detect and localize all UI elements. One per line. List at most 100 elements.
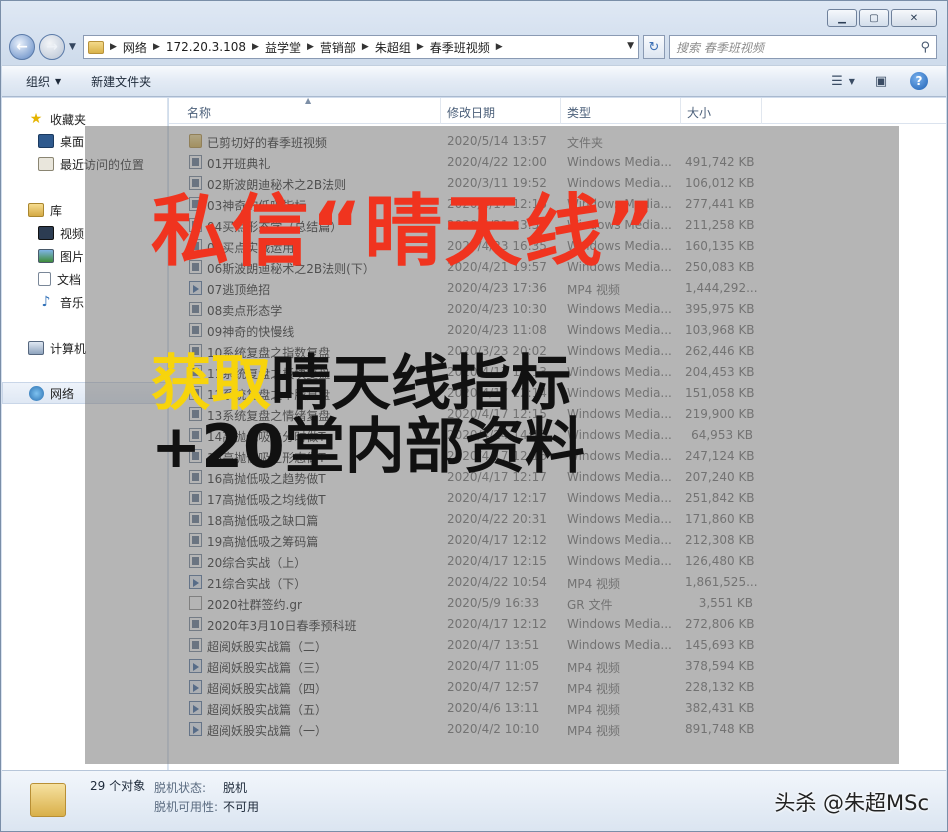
address-bar[interactable]: ▶ 网络 ▶ 172.20.3.108 ▶ 益学堂 ▶ 营销部 ▶ 朱超组 ▶ 春季班视频 ▶ ▼ bbox=[83, 35, 639, 59]
search-icon[interactable]: ⚲ bbox=[920, 40, 930, 55]
file-type: Windows Media... bbox=[567, 302, 672, 316]
change-view-button[interactable]: ☰ ▼ bbox=[831, 72, 855, 90]
file-type: Windows Media... bbox=[567, 533, 672, 547]
media-file-icon bbox=[189, 302, 202, 316]
back-button[interactable]: ← bbox=[9, 34, 35, 60]
search-input[interactable]: 搜索 春季班视频 ⚲ bbox=[669, 35, 937, 59]
refresh-button[interactable]: ↻ bbox=[643, 35, 665, 59]
file-size: 204,453 KB bbox=[685, 365, 755, 379]
preview-pane-button[interactable]: ▣ bbox=[872, 72, 890, 90]
breadcrumb-item[interactable]: 益学堂 bbox=[265, 39, 301, 56]
folder-icon bbox=[88, 40, 104, 54]
chevron-right-icon[interactable]: ▶ bbox=[307, 42, 314, 52]
sidebar-item-videos[interactable]: 视频 bbox=[2, 222, 168, 244]
sidebar-item-desktop[interactable]: 桌面 bbox=[2, 130, 168, 152]
file-name: 01开班典礼 bbox=[207, 157, 271, 171]
column-size-header[interactable]: 大小 bbox=[687, 104, 711, 121]
folder-icon bbox=[30, 783, 66, 817]
breadcrumb-item[interactable]: 网络 bbox=[123, 39, 147, 56]
chevron-right-icon[interactable]: ▶ bbox=[362, 42, 369, 52]
sort-ascending-icon: ▲ bbox=[305, 96, 312, 105]
media-file-icon bbox=[189, 638, 202, 652]
file-row[interactable]: 01开班典礼 2020/4/22 12:00 Windows Media... 491… bbox=[187, 152, 787, 173]
file-date: 2020/4/22 12:00 bbox=[447, 155, 547, 169]
video-library-icon bbox=[38, 226, 54, 240]
chevron-right-icon[interactable]: ▶ bbox=[153, 42, 160, 52]
address-dropdown-icon[interactable]: ▼ bbox=[627, 41, 634, 51]
chevron-down-icon: ▼ bbox=[55, 76, 62, 86]
minimize-button[interactable]: ▁ bbox=[827, 9, 857, 27]
sidebar-item-computer[interactable]: 计算机 bbox=[2, 337, 168, 359]
file-type: Windows Media... bbox=[567, 323, 672, 337]
column-date-header[interactable]: 修改日期 bbox=[447, 104, 495, 121]
file-row[interactable]: 07逃顶绝招 2020/4/23 17:36 MP4 视频 1,444,292... bbox=[187, 278, 787, 299]
sidebar-item-pictures[interactable]: 图片 bbox=[2, 245, 168, 267]
file-type: GR 文件 bbox=[567, 598, 613, 612]
close-icon: ✕ bbox=[909, 12, 919, 24]
column-divider[interactable] bbox=[560, 98, 561, 124]
file-row[interactable]: 超阅妖股实战篇（一） 2020/4/2 10:10 MP4 视频 891,748 KB bbox=[187, 719, 787, 740]
maximize-icon: ▢ bbox=[869, 12, 879, 24]
video-file-icon bbox=[189, 680, 202, 694]
file-row[interactable]: 20综合实战（上） 2020/4/17 12:15 Windows Media...… bbox=[187, 551, 787, 572]
chevron-right-icon[interactable]: ▶ bbox=[417, 42, 424, 52]
chevron-right-icon[interactable]: ▶ bbox=[110, 42, 117, 52]
sidebar-item-network[interactable]: 网络 bbox=[2, 382, 168, 404]
sidebar-item-label: 文档 bbox=[57, 272, 82, 287]
file-row[interactable]: 2020年3月10日春季预科班 2020/4/17 12:12 Windows Me… bbox=[187, 614, 787, 635]
caption-buttons: ▁ ▢ ✕ bbox=[827, 9, 937, 27]
recent-pages-dropdown[interactable]: ▼ bbox=[69, 42, 79, 52]
sidebar-item-documents[interactable]: 文档 bbox=[2, 268, 168, 290]
file-row[interactable]: 超阅妖股实战篇（二） 2020/4/7 13:51 Windows Media...… bbox=[187, 635, 787, 656]
file-row[interactable]: 21综合实战（下） 2020/4/22 10:54 MP4 视频 1,861,525.… bbox=[187, 572, 787, 593]
file-name: 08卖点形态学 bbox=[207, 304, 283, 318]
forward-button[interactable]: → bbox=[39, 34, 65, 60]
chevron-right-icon[interactable]: ▶ bbox=[252, 42, 259, 52]
column-divider[interactable] bbox=[761, 98, 762, 124]
organize-label: 组织 bbox=[26, 74, 51, 89]
file-date: 2020/4/7 13:51 bbox=[447, 638, 540, 652]
file-date: 2020/4/17 12:12 bbox=[447, 617, 547, 631]
file-size: 126,480 KB bbox=[685, 554, 755, 568]
maximize-button[interactable]: ▢ bbox=[859, 9, 889, 27]
file-row[interactable]: 2020社群签约.gr 2020/5/9 16:33 GR 文件 3,551 KB bbox=[187, 593, 787, 614]
breadcrumb-item[interactable]: 春季班视频 bbox=[430, 39, 490, 56]
file-date: 2020/4/17 12:17 bbox=[447, 491, 547, 505]
file-row[interactable]: 17高抛低吸之均线做T 2020/4/17 12:17 Windows Media.… bbox=[187, 488, 787, 509]
help-button[interactable]: ? bbox=[910, 72, 928, 90]
sidebar-item-music[interactable]: ♪ 音乐 bbox=[2, 291, 168, 313]
media-file-icon bbox=[189, 617, 202, 631]
video-file-icon bbox=[189, 701, 202, 715]
sidebar-item-favorites[interactable]: ★ 收藏夹 bbox=[2, 108, 168, 130]
file-row[interactable]: 超阅妖股实战篇（三） 2020/4/7 11:05 MP4 视频 378,594 KB bbox=[187, 656, 787, 677]
file-row[interactable]: 19高抛低吸之筹码篇 2020/4/17 12:12 Windows Media..… bbox=[187, 530, 787, 551]
column-divider[interactable] bbox=[440, 98, 441, 124]
media-file-icon bbox=[189, 491, 202, 505]
file-row[interactable]: 08卖点形态学 2020/4/23 10:30 Windows Media... 39… bbox=[187, 299, 787, 320]
sidebar-item-recent[interactable]: 最近访问的位置 bbox=[2, 153, 168, 175]
file-row[interactable]: 超阅妖股实战篇（五） 2020/4/6 13:11 MP4 视频 382,431 KB bbox=[187, 698, 787, 719]
column-type-header[interactable]: 类型 bbox=[567, 104, 591, 121]
file-row[interactable]: 已剪切好的春季班视频 2020/5/14 13:57 文件夹 bbox=[187, 131, 787, 152]
file-row[interactable]: 超阅妖股实战篇（四） 2020/4/7 12:57 MP4 视频 228,132 KB bbox=[187, 677, 787, 698]
new-folder-button[interactable]: 新建文件夹 bbox=[91, 73, 151, 90]
view-list-icon: ☰ bbox=[831, 73, 843, 89]
file-date: 2020/4/17 12:12 bbox=[447, 533, 547, 547]
breadcrumb-item[interactable]: 172.20.3.108 bbox=[166, 40, 246, 54]
column-name-header[interactable]: 名称 bbox=[187, 104, 211, 121]
file-type: Windows Media... bbox=[567, 512, 672, 526]
media-file-icon bbox=[189, 155, 202, 169]
minimize-icon: ▁ bbox=[838, 12, 846, 24]
organize-button[interactable]: 组织 ▼ bbox=[26, 73, 61, 90]
sidebar-item-label: 音乐 bbox=[60, 295, 85, 310]
file-size: 207,240 KB bbox=[685, 470, 755, 484]
file-row[interactable]: 09神奇的快慢线 2020/4/23 11:08 Windows Media... 1… bbox=[187, 320, 787, 341]
file-row[interactable]: 18高抛低吸之缺口篇 2020/4/22 20:31 Windows Media..… bbox=[187, 509, 787, 530]
sidebar-item-libraries[interactable]: 库 bbox=[2, 199, 168, 221]
breadcrumb-item[interactable]: 营销部 bbox=[320, 39, 356, 56]
breadcrumb-item[interactable]: 朱超组 bbox=[375, 39, 411, 56]
video-file-icon bbox=[189, 659, 202, 673]
chevron-right-icon[interactable]: ▶ bbox=[496, 42, 503, 52]
column-divider[interactable] bbox=[680, 98, 681, 124]
close-button[interactable]: ✕ bbox=[891, 9, 937, 27]
